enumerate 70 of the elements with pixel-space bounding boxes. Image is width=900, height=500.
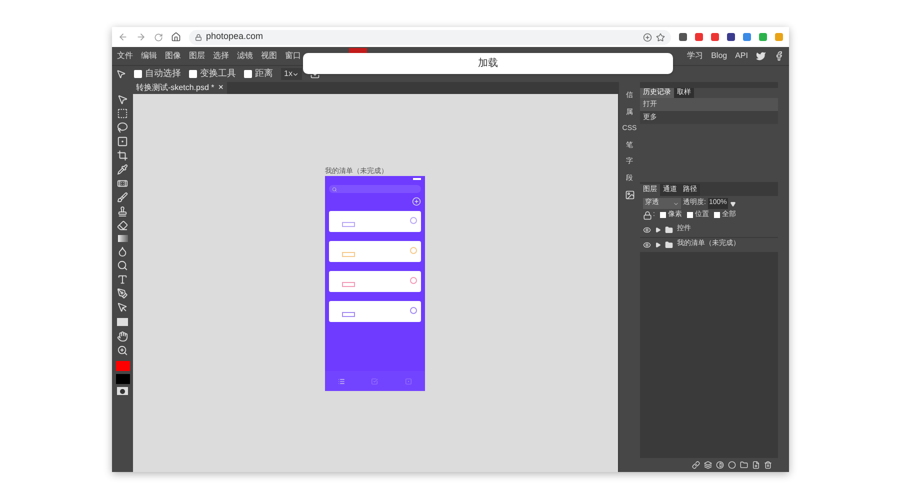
foreground-color[interactable] [116,361,130,371]
menu-item[interactable]: 图像 [165,50,181,62]
text-tool-icon[interactable] [117,274,128,285]
address-bar[interactable]: photopea.com [189,30,671,44]
background-color[interactable] [116,374,130,384]
menu-item[interactable]: 学习 [687,50,704,62]
menu-item[interactable]: 滤镜 [237,50,253,62]
menu-item[interactable]: 编辑 [141,50,157,62]
gradient-icon[interactable] [118,235,128,242]
checkbox[interactable]: 变换工具 [189,67,236,81]
crop-icon[interactable] [117,150,128,161]
stamp-icon[interactable] [117,206,128,217]
drop-icon[interactable] [117,246,128,257]
url-text: photopea.com [206,30,264,44]
lock-icon [643,210,652,220]
check-icon [371,378,378,384]
home-icon [171,32,181,42]
menu-item[interactable]: API [735,50,748,62]
expand-icon [655,242,661,248]
menu-item[interactable]: 文件 [117,50,133,62]
pointer-icon[interactable] [117,302,128,313]
move-tool-icon[interactable] [117,94,128,105]
reload-icon [154,32,163,42]
eyedropper-icon[interactable] [117,164,128,175]
document-tab[interactable]: 转换测试-sketch.psd * × [133,82,227,94]
menu-item[interactable]: 窗口 [285,50,301,62]
caret-icon [673,200,679,206]
close-icon[interactable]: × [218,81,224,95]
visibility-icon[interactable] [643,226,651,234]
dropdown-icon[interactable] [730,200,736,206]
loading-banner: 加载 [303,53,673,74]
search-icon [332,186,337,192]
caret-icon [292,70,300,78]
layers-icon[interactable] [704,461,712,469]
marquee-tool-icon[interactable] [117,108,128,119]
twitter-icon [756,51,766,61]
pen-icon[interactable] [117,288,128,299]
menu-item[interactable]: Blog [711,50,728,62]
zoom-select[interactable]: 1x [281,68,302,80]
list-icon [338,378,346,384]
trash-icon[interactable] [764,461,772,469]
folder-icon [665,240,673,248]
lasso-tool-icon[interactable] [117,122,128,133]
menu-item[interactable]: 图层 [189,50,205,62]
folder-icon[interactable] [740,461,748,469]
search-icon[interactable] [117,260,128,271]
expand-icon [655,226,661,232]
add-icon [643,32,652,42]
brush-icon[interactable] [117,192,128,203]
eraser-icon[interactable] [117,220,128,231]
image-icon[interactable] [624,190,634,200]
visibility-icon[interactable] [643,240,651,248]
back-icon [118,32,128,42]
folder-icon [665,226,673,234]
hand-icon[interactable] [117,331,128,342]
facebook-icon [774,51,784,61]
zoom-icon[interactable] [117,345,128,356]
checkbox[interactable]: 自动选择 [134,67,181,81]
pointer-icon [116,69,126,79]
lock-icon [195,34,202,40]
bandage-icon[interactable] [117,178,128,189]
link-icon[interactable] [692,461,700,469]
new-layer-icon[interactable] [752,461,760,469]
add-icon [412,197,421,206]
menu-item[interactable]: 选择 [213,50,229,62]
menu-item[interactable]: 视图 [261,50,277,62]
adjustment-icon[interactable] [716,461,724,469]
star-icon [656,32,665,42]
checkbox[interactable]: 距离 [244,67,273,81]
forward-icon [136,32,146,42]
